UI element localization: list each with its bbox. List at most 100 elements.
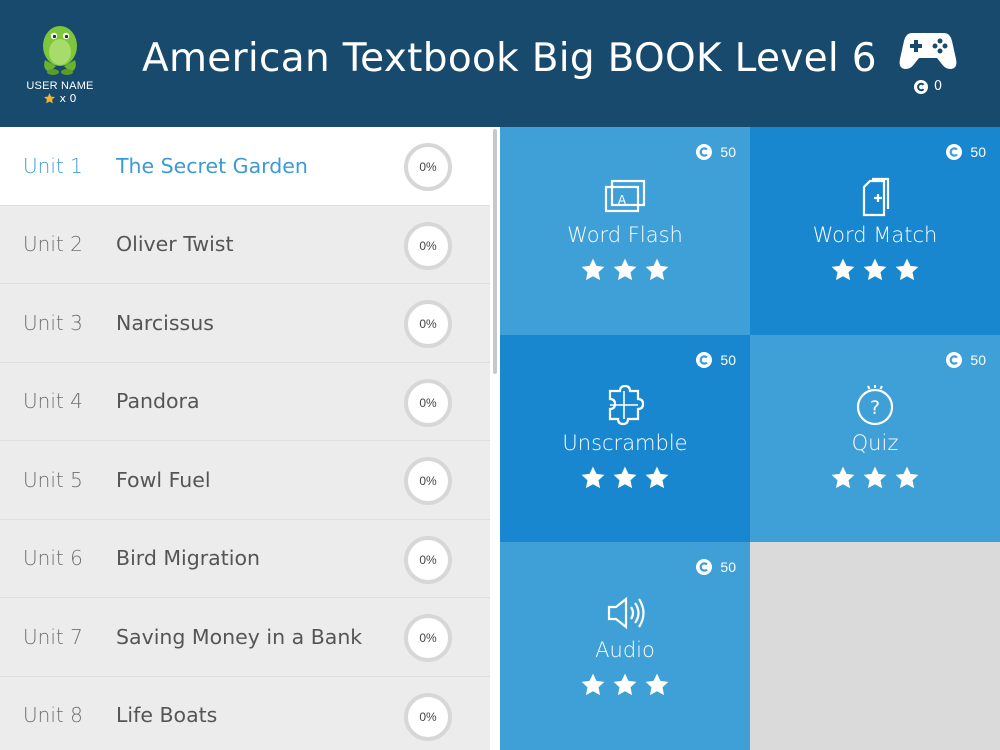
activity-tile-audio[interactable]: 50 Audio	[500, 542, 750, 750]
activity-label: Audio	[595, 638, 655, 662]
coin-icon	[913, 79, 928, 94]
unit-number: Unit 1	[23, 153, 83, 178]
progress-ring: 0%	[404, 221, 452, 270]
coin-icon	[696, 351, 713, 368]
unit-title: Life Boats	[116, 703, 218, 728]
unit-row[interactable]: Unit 7 Saving Money in a Bank 0%	[0, 598, 490, 677]
activity-cost-value: 50	[720, 559, 736, 575]
coin-balance: 0	[896, 79, 960, 94]
coin-icon	[946, 351, 963, 368]
user-profile[interactable]: USER NAME x 0	[14, 20, 106, 110]
star-icon	[830, 257, 856, 287]
progress-percent: 0%	[419, 631, 437, 645]
unit-title: Oliver Twist	[116, 232, 234, 257]
flashcard-icon: A	[600, 177, 650, 219]
unit-title: Fowl Fuel	[116, 467, 211, 492]
progress-percent: 0%	[419, 160, 437, 174]
unit-number: Unit 8	[23, 703, 83, 728]
coin-icon	[696, 559, 713, 575]
unit-title: The Secret Garden	[116, 153, 308, 178]
card-add-icon	[850, 177, 900, 219]
page-title: American Textbook Big BOOK Level 6	[142, 36, 877, 81]
activity-label: Word Flash	[567, 223, 683, 247]
activity-stars	[750, 465, 1000, 495]
unit-list-scrollbar[interactable]	[490, 127, 500, 750]
activity-grid: 50 A Word Flash 50 Word Match 50 Unscramble 50?…	[500, 127, 1000, 750]
progress-ring: 0%	[404, 143, 452, 191]
star-icon	[894, 257, 920, 287]
progress-ring: 0%	[404, 457, 452, 505]
unit-number: Unit 4	[23, 389, 83, 414]
unit-row[interactable]: Unit 8 Life Boats 0%	[0, 676, 490, 750]
unit-number: Unit 7	[23, 624, 83, 649]
unit-title: Bird Migration	[116, 546, 261, 571]
star-icon	[580, 257, 606, 287]
unit-row[interactable]: Unit 1 The Secret Garden 0%	[0, 127, 490, 206]
activity-cost: 50	[696, 559, 736, 575]
question-icon: ?	[850, 384, 900, 427]
activity-label: Quiz	[851, 430, 899, 455]
star-icon	[580, 672, 606, 702]
unit-row[interactable]: Unit 5 Fowl Fuel 0%	[0, 441, 490, 520]
unit-title: Saving Money in a Bank	[116, 624, 363, 649]
user-star-count: x 0	[14, 92, 106, 105]
activity-stars	[500, 672, 750, 702]
unit-row[interactable]: Unit 2 Oliver Twist 0%	[0, 205, 490, 284]
unit-number: Unit 5	[23, 467, 83, 492]
activity-cost: 50	[696, 144, 736, 160]
user-name-label: USER NAME	[26, 80, 94, 92]
activity-cost-value: 50	[970, 351, 986, 368]
activity-cost-value: 50	[720, 144, 736, 160]
dinosaur-avatar-icon	[43, 26, 77, 75]
progress-percent: 0%	[419, 395, 437, 410]
activity-tile-quiz[interactable]: 50? Quiz	[750, 334, 1000, 542]
puzzle-icon	[600, 384, 650, 427]
svg-text:A: A	[618, 193, 627, 207]
game-button[interactable]: 0	[896, 25, 960, 105]
star-icon	[612, 257, 638, 287]
empty-tile-slot	[750, 542, 1000, 750]
activity-cost: 50	[696, 351, 736, 368]
coin-icon	[946, 144, 963, 160]
progress-percent: 0%	[419, 552, 437, 567]
unit-row[interactable]: Unit 6 Bird Migration 0%	[0, 519, 490, 598]
speaker-icon	[600, 592, 650, 634]
progress-percent: 0%	[419, 317, 437, 331]
star-icon	[580, 465, 606, 495]
scrollbar-thumb[interactable]	[493, 129, 497, 374]
star-icon	[830, 465, 856, 495]
progress-ring: 0%	[404, 378, 452, 427]
app-header: USER NAME x 0 American Textbook Big BOOK…	[0, 0, 1000, 127]
unit-number: Unit 6	[23, 546, 83, 571]
activity-label: Unscramble	[562, 430, 688, 455]
activity-stars	[500, 465, 750, 495]
star-icon	[644, 465, 670, 495]
progress-ring: 0%	[404, 614, 452, 662]
activity-stars	[750, 257, 1000, 287]
progress-ring: 0%	[404, 535, 452, 584]
activity-cost-value: 50	[720, 351, 736, 368]
coin-count: 0	[933, 79, 943, 94]
activity-tile-unscramble[interactable]: 50 Unscramble	[500, 334, 750, 542]
unit-number: Unit 3	[23, 310, 83, 335]
gamepad-icon	[899, 33, 957, 69]
activity-tile-word-flash[interactable]: 50 A Word Flash	[500, 127, 750, 335]
progress-ring: 0%	[404, 300, 452, 348]
coin-icon	[696, 144, 713, 160]
svg-text:?: ?	[870, 397, 880, 419]
star-icon	[612, 465, 638, 495]
unit-title: Pandora	[116, 389, 200, 414]
activity-stars	[500, 257, 750, 287]
star-icon	[894, 465, 920, 495]
unit-row[interactable]: Unit 3 Narcissus 0%	[0, 284, 490, 363]
star-icon	[862, 257, 888, 287]
unit-row[interactable]: Unit 4 Pandora 0%	[0, 362, 490, 441]
progress-ring: 0%	[404, 692, 452, 741]
activity-label: Word Match	[812, 223, 938, 247]
activity-cost-value: 50	[970, 144, 986, 160]
unit-list[interactable]: Unit 1 The Secret Garden 0% Unit 2 Oliver Tw…	[0, 127, 490, 750]
star-icon	[44, 93, 56, 104]
activity-tile-word-match[interactable]: 50 Word Match	[750, 127, 1000, 335]
progress-percent: 0%	[419, 238, 437, 253]
star-icon	[644, 672, 670, 702]
